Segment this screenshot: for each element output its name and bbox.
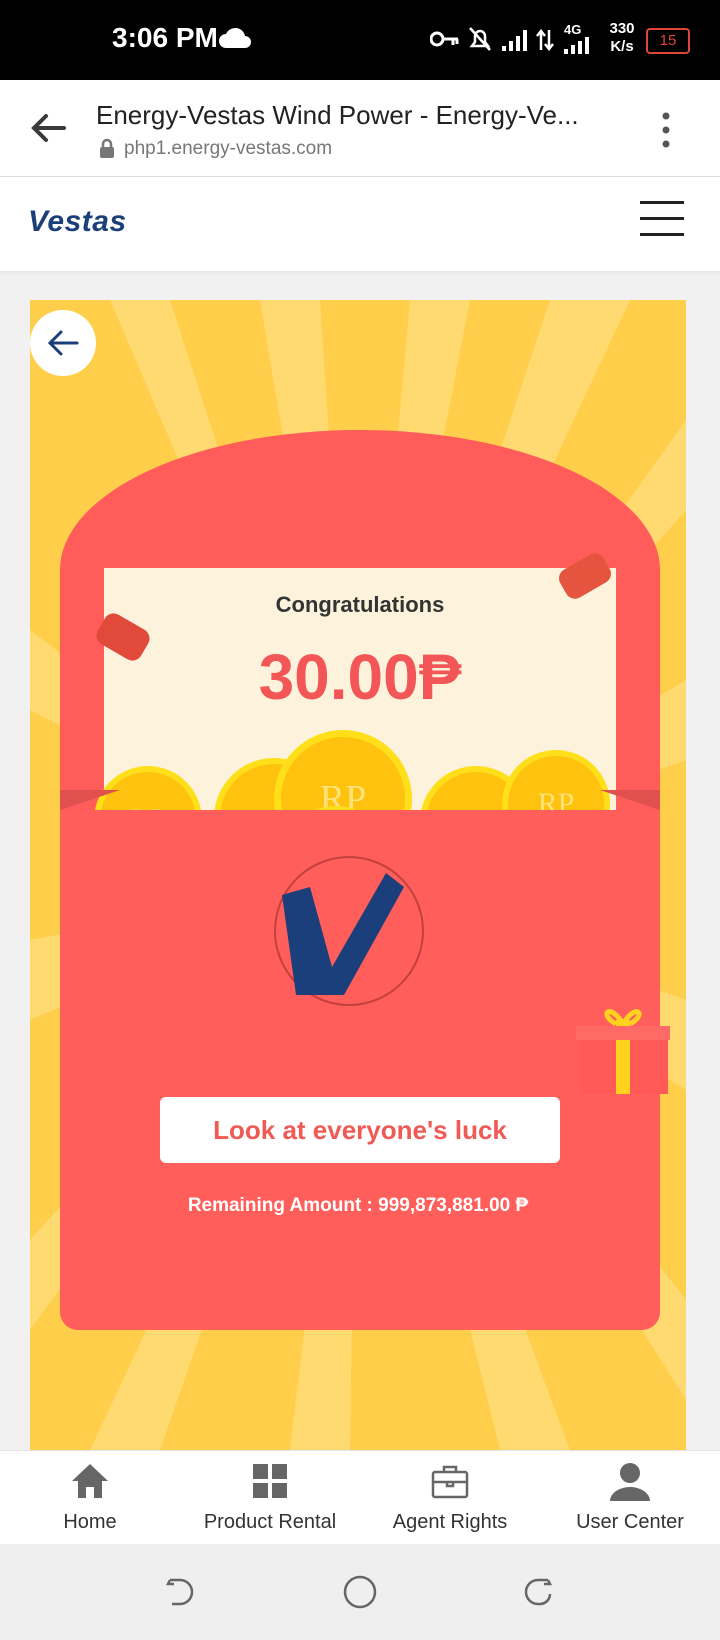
network-type: 4G — [564, 22, 582, 37]
system-navigation-bar — [0, 1544, 720, 1640]
browser-toolbar: Energy-Vestas Wind Power - Energy-Ve... … — [0, 80, 720, 177]
recents-icon[interactable] — [522, 1576, 554, 1608]
congratulations-text: Congratulations — [275, 592, 445, 617]
page-title: Energy-Vestas Wind Power - Energy-Ve... — [96, 100, 579, 130]
remaining-amount: Remaining Amount : 999,873,881.00 ₱ — [187, 1195, 529, 1216]
page-url[interactable]: php1.energy-vestas.com — [124, 138, 332, 160]
bottom-navigation: Home Product Rental Agent Rights User Ce… — [0, 1450, 720, 1545]
cloud-icon — [219, 27, 251, 48]
nav-product-rental[interactable]: Product Rental — [180, 1451, 360, 1545]
site-header: Vestas — [0, 177, 720, 271]
back-gesture-icon[interactable] — [164, 1576, 196, 1608]
nav-user-center-label: User Center — [576, 1511, 684, 1533]
nav-home-label: Home — [63, 1511, 117, 1533]
scene-back-button[interactable] — [30, 310, 96, 376]
grid-icon — [253, 1464, 287, 1498]
net-speed-value: 330 — [609, 20, 635, 37]
home-circle-icon[interactable] — [342, 1574, 378, 1610]
signal-icon — [502, 30, 527, 51]
prize-amount: 30.00₱ — [258, 641, 462, 713]
bell-off-icon — [469, 27, 491, 51]
confetti-piece — [559, 553, 611, 599]
home-icon — [72, 1464, 108, 1498]
red-envelope-scene: Congratulations 30.00₱ RP RP RP RP RP Lo… — [30, 300, 686, 1450]
data-arrows-icon — [536, 28, 554, 52]
hamburger-menu-button[interactable] — [640, 199, 688, 239]
signal-4g-icon — [564, 37, 589, 54]
user-icon — [610, 1463, 650, 1501]
battery-icon: 15 — [646, 28, 690, 54]
net-speed-unit: K/s — [610, 38, 634, 55]
nav-user-center[interactable]: User Center — [540, 1451, 720, 1545]
battery-level: 15 — [659, 32, 677, 49]
more-menu-icon[interactable] — [656, 110, 676, 150]
status-time: 3:06 PM — [112, 22, 218, 53]
status-bar: 3:06 PM 4G 330 K/s 15 — [0, 0, 720, 80]
vestas-seal-icon — [274, 856, 424, 1006]
key-icon — [430, 31, 459, 47]
back-arrow-icon[interactable] — [28, 108, 68, 148]
back-arrow-icon — [47, 330, 79, 356]
brand-logo[interactable]: Vestas — [28, 205, 127, 239]
nav-agent-rights-label: Agent Rights — [392, 1511, 508, 1533]
lock-icon — [100, 138, 114, 158]
gift-box-icon — [576, 1009, 670, 1094]
confetti-piece — [96, 613, 150, 661]
nav-agent-rights[interactable]: Agent Rights — [360, 1451, 540, 1545]
nav-product-rental-label: Product Rental — [203, 1511, 337, 1533]
nav-home[interactable]: Home — [0, 1451, 180, 1545]
briefcase-icon — [431, 1465, 469, 1499]
look-at-everyones-luck-button[interactable]: Look at everyone's luck — [160, 1097, 560, 1163]
luck-button-label: Look at everyone's luck — [213, 1115, 507, 1145]
